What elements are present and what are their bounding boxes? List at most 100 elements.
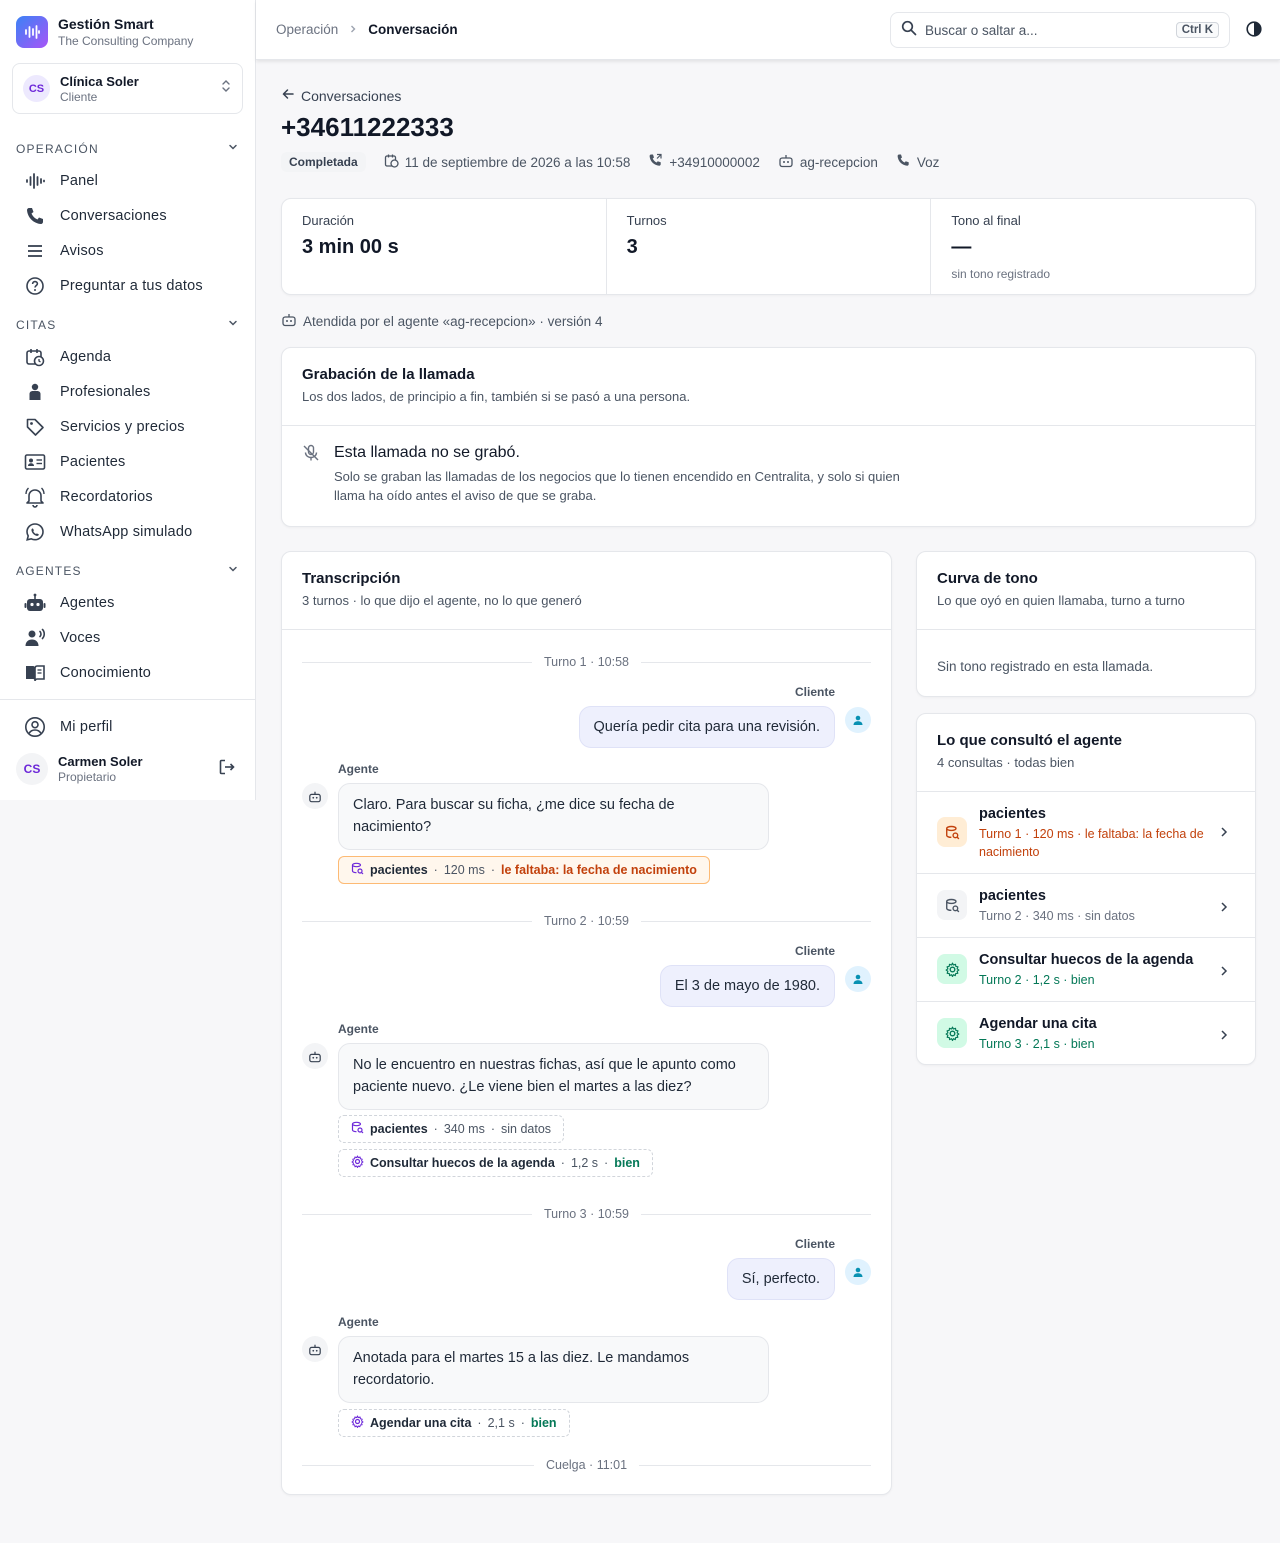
call-agent-value: ag-recepcion bbox=[799, 154, 878, 170]
nav-section-label: AGENTES bbox=[16, 563, 82, 578]
stat-value: — bbox=[951, 236, 972, 258]
stat-value: 3 bbox=[626, 236, 638, 258]
tool-result: bien bbox=[530, 1416, 557, 1430]
sidebar-item-conversaciones[interactable]: Conversaciones bbox=[24, 205, 167, 227]
tool-time: 1,2 s bbox=[570, 1156, 599, 1170]
sidebar: Gestión Smart The Consulting Company CS … bbox=[0, 0, 256, 800]
id-card-icon bbox=[24, 451, 46, 473]
stat-label: Turnos bbox=[626, 213, 667, 228]
agent-message: Claro. Para buscar su ficha, ¿me dice su… bbox=[338, 783, 769, 850]
agent-avatar-icon bbox=[302, 783, 328, 809]
sidebar-item-agenda[interactable]: Agenda bbox=[24, 346, 111, 368]
waveform-icon bbox=[24, 170, 46, 192]
sidebar-item-recordatorios[interactable]: Recordatorios bbox=[24, 486, 153, 508]
chevron-right-icon bbox=[348, 22, 358, 37]
robot-icon bbox=[24, 592, 46, 614]
robot-icon bbox=[778, 153, 794, 171]
tool-time: 2,1 s bbox=[487, 1416, 515, 1430]
tenant-role: Cliente bbox=[60, 89, 98, 104]
sidebar-item-preguntar[interactable]: Preguntar a tus datos bbox=[24, 275, 203, 297]
topbar: Operación Conversación Ctrl K bbox=[256, 0, 1280, 60]
sidebar-item-label: Preguntar a tus datos bbox=[60, 278, 203, 294]
card-title: Grabación de la llamada bbox=[302, 366, 475, 383]
back-link[interactable]: Conversaciones bbox=[281, 87, 401, 104]
nav-section-agentes[interactable]: AGENTES bbox=[16, 563, 239, 578]
tool-result: le faltaba: la fecha de nacimiento bbox=[501, 863, 697, 877]
tool-call-chip[interactable]: Consultar huecos de la agenda · 1,2 s · … bbox=[338, 1149, 653, 1177]
nav-section-label: OPERACIÓN bbox=[16, 141, 99, 156]
logout-icon[interactable] bbox=[218, 758, 236, 781]
recording-empty: Esta llamada no se grabó. Solo se graban… bbox=[302, 444, 914, 505]
client-avatar-icon bbox=[845, 1259, 871, 1285]
database-search-icon bbox=[937, 890, 967, 920]
user-circle-icon bbox=[24, 716, 46, 738]
bell-icon bbox=[24, 486, 46, 508]
client-message: Quería pedir cita para una revisión. bbox=[578, 706, 835, 748]
calendar-clock-icon bbox=[24, 346, 46, 368]
turn-divider: Turno 2 · 10:59 bbox=[302, 914, 872, 928]
page-title: +34611222333 bbox=[281, 112, 454, 142]
voice-icon bbox=[24, 627, 46, 649]
consult-name: Agendar una cita bbox=[979, 1016, 1097, 1032]
turn-label: Turno 3 · 10:59 bbox=[544, 1207, 630, 1221]
consult-item[interactable]: pacientes Turno 1 · 120 ms · le faltaba:… bbox=[917, 791, 1255, 873]
sidebar-item-avisos[interactable]: Avisos bbox=[24, 240, 104, 262]
consult-item[interactable]: Agendar una cita Turno 3 · 2,1 s · bien bbox=[917, 1001, 1255, 1064]
sidebar-item-pacientes[interactable]: Pacientes bbox=[24, 451, 125, 473]
stat-tone: Tono al final — sin tono registrado bbox=[931, 199, 1255, 294]
divider bbox=[282, 425, 1255, 426]
client-avatar-icon bbox=[845, 707, 871, 733]
consults-card: Lo que consultó el agente 4 consultas · … bbox=[916, 713, 1256, 1065]
chevron-right-icon bbox=[1219, 964, 1229, 982]
sidebar-item-conocimiento[interactable]: Conocimiento bbox=[24, 662, 151, 684]
search-shortcut: Ctrl K bbox=[1175, 22, 1219, 38]
breadcrumb-parent[interactable]: Operación bbox=[276, 22, 338, 37]
nav-section-citas[interactable]: CITAS bbox=[16, 317, 239, 332]
chevron-down-icon bbox=[227, 317, 239, 332]
attended-by: Atendida por el agente «ag-recepcion» · … bbox=[281, 312, 602, 330]
consult-name: Consultar huecos de la agenda bbox=[979, 952, 1194, 968]
transcript-card: Transcripción 3 turnos · lo que dijo el … bbox=[281, 551, 892, 1495]
phone-forward-icon bbox=[648, 153, 663, 171]
client-message: Sí, perfecto. bbox=[726, 1258, 835, 1300]
search-box[interactable]: Ctrl K bbox=[890, 12, 1230, 48]
sidebar-item-agentes[interactable]: Agentes bbox=[24, 592, 115, 614]
nav-section-label: CITAS bbox=[16, 317, 57, 332]
sidebar-item-servicios[interactable]: Servicios y precios bbox=[24, 416, 185, 438]
tool-call-chip[interactable]: pacientes · 340 ms · sin datos bbox=[338, 1115, 565, 1143]
tool-time: 340 ms bbox=[443, 1122, 485, 1136]
turn-label: Turno 2 · 10:59 bbox=[544, 914, 630, 928]
tool-result: bien bbox=[614, 1156, 640, 1170]
database-search-icon bbox=[351, 862, 364, 878]
speaker-label-client: Cliente bbox=[794, 1237, 835, 1251]
sidebar-item-label: Conversaciones bbox=[60, 208, 167, 224]
search-icon bbox=[901, 20, 917, 41]
divider bbox=[282, 629, 891, 630]
card-title: Curva de tono bbox=[937, 570, 1038, 587]
tenant-switcher[interactable]: CS Clínica Soler Cliente bbox=[12, 63, 243, 114]
sidebar-item-whatsapp[interactable]: WhatsApp simulado bbox=[24, 521, 192, 543]
nav-section-operacion[interactable]: OPERACIÓN bbox=[16, 141, 239, 156]
consult-item[interactable]: Consultar huecos de la agenda Turno 2 · … bbox=[917, 937, 1255, 1001]
breadcrumb-current: Conversación bbox=[368, 22, 458, 37]
sidebar-item-label: Servicios y precios bbox=[60, 419, 185, 435]
consult-item[interactable]: pacientes Turno 2 · 340 ms · sin datos bbox=[917, 873, 1255, 937]
brand[interactable]: Gestión Smart The Consulting Company bbox=[16, 16, 193, 48]
stat-label: Duración bbox=[302, 213, 355, 228]
search-input[interactable] bbox=[925, 22, 1168, 38]
sidebar-item-label: Mi perfil bbox=[60, 719, 113, 735]
theme-toggle-icon[interactable] bbox=[1245, 20, 1263, 43]
brand-subtitle: The Consulting Company bbox=[58, 34, 194, 48]
sidebar-item-panel[interactable]: Panel bbox=[24, 170, 98, 192]
chevron-right-icon bbox=[1219, 1028, 1229, 1046]
person-icon bbox=[24, 381, 46, 403]
sidebar-item-voces[interactable]: Voces bbox=[24, 627, 101, 649]
recording-card: Grabación de la llamada Los dos lados, d… bbox=[281, 347, 1256, 527]
tool-call-chip[interactable]: pacientes · 120 ms · le faltaba: la fech… bbox=[338, 856, 710, 884]
call-callee: +34910000002 bbox=[648, 153, 760, 171]
sidebar-item-mi-perfil[interactable]: Mi perfil bbox=[24, 716, 113, 738]
sidebar-item-profesionales[interactable]: Profesionales bbox=[24, 381, 150, 403]
mic-off-icon bbox=[302, 444, 320, 505]
tag-icon bbox=[24, 416, 46, 438]
tool-call-chip[interactable]: Agendar una cita · 2,1 s · bien bbox=[338, 1409, 570, 1437]
